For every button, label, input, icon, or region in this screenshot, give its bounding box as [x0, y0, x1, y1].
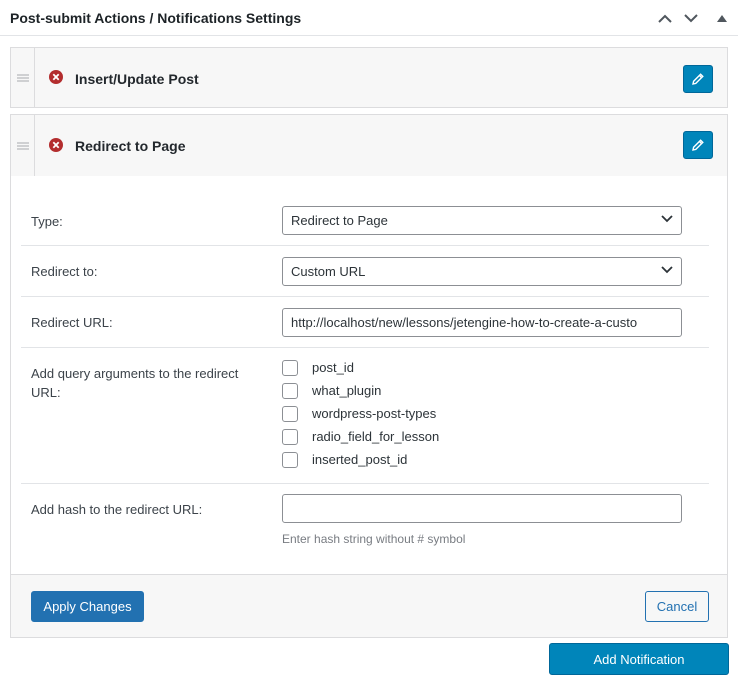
checkbox-label: what_plugin — [312, 383, 382, 398]
redirect-to-label: Redirect to: — [31, 264, 98, 279]
action-editor-panel: Type: Redirect to Page Redirect to: Cust… — [10, 176, 728, 638]
triangle-up-icon[interactable] — [713, 9, 731, 27]
remove-circle-icon[interactable] — [49, 138, 63, 152]
checkbox[interactable] — [282, 452, 298, 468]
pencil-icon — [692, 73, 704, 85]
action-item-redirect-to-page: Redirect to Page — [10, 114, 728, 177]
redirect-to-select-value: Custom URL — [291, 264, 366, 279]
apply-changes-button[interactable]: Apply Changes — [31, 591, 144, 622]
chevron-up-icon[interactable] — [656, 9, 674, 27]
checkbox-label: post_id — [312, 360, 354, 375]
row-divider — [21, 245, 709, 246]
pencil-icon — [692, 139, 704, 151]
hash-hint: Enter hash string without # symbol — [282, 532, 466, 546]
type-select[interactable]: Redirect to Page — [282, 206, 682, 235]
action-title: Redirect to Page — [75, 138, 186, 154]
add-notification-button[interactable]: Add Notification — [549, 643, 729, 675]
checkbox[interactable] — [282, 429, 298, 445]
checkbox-label: inserted_post_id — [312, 452, 408, 467]
cancel-button[interactable]: Cancel — [645, 591, 709, 622]
edit-action-button[interactable] — [683, 131, 713, 159]
redirect-url-input[interactable]: http://localhost/new/lessons/jetengine-h… — [282, 308, 682, 337]
postbox-title: Post-submit Actions / Notifications Sett… — [10, 10, 302, 26]
edit-action-button[interactable] — [683, 65, 713, 93]
hash-label: Add hash to the redirect URL: — [31, 502, 203, 517]
chevron-down-icon — [661, 266, 673, 274]
checkbox[interactable] — [282, 406, 298, 422]
checkbox[interactable] — [282, 383, 298, 399]
type-select-value: Redirect to Page — [291, 213, 388, 228]
drag-handle-icon[interactable] — [11, 48, 35, 107]
hash-input[interactable] — [282, 494, 682, 523]
row-divider — [21, 483, 709, 484]
chevron-down-icon[interactable] — [682, 9, 700, 27]
checkbox-label: radio_field_for_lesson — [312, 429, 440, 444]
row-divider — [21, 296, 709, 297]
checkbox[interactable] — [282, 360, 298, 376]
query-args-label: Add query arguments to the redirect URL: — [31, 366, 239, 400]
redirect-to-select[interactable]: Custom URL — [282, 257, 682, 286]
action-title: Insert/Update Post — [75, 71, 199, 87]
postbox-header: Post-submit Actions / Notifications Sett… — [0, 0, 738, 36]
redirect-url-label: Redirect URL: — [31, 315, 113, 330]
chevron-down-icon — [661, 215, 673, 223]
action-item-insert-update-post: Insert/Update Post — [10, 47, 728, 108]
checkbox-label: wordpress-post-types — [312, 406, 437, 421]
type-label: Type: — [31, 214, 63, 229]
editor-footer: Apply Changes Cancel — [11, 574, 727, 637]
row-divider — [21, 347, 709, 348]
post-submit-actions-postbox: Post-submit Actions / Notifications Sett… — [0, 0, 738, 684]
drag-handle-icon[interactable] — [11, 115, 35, 176]
remove-circle-icon[interactable] — [49, 70, 63, 84]
